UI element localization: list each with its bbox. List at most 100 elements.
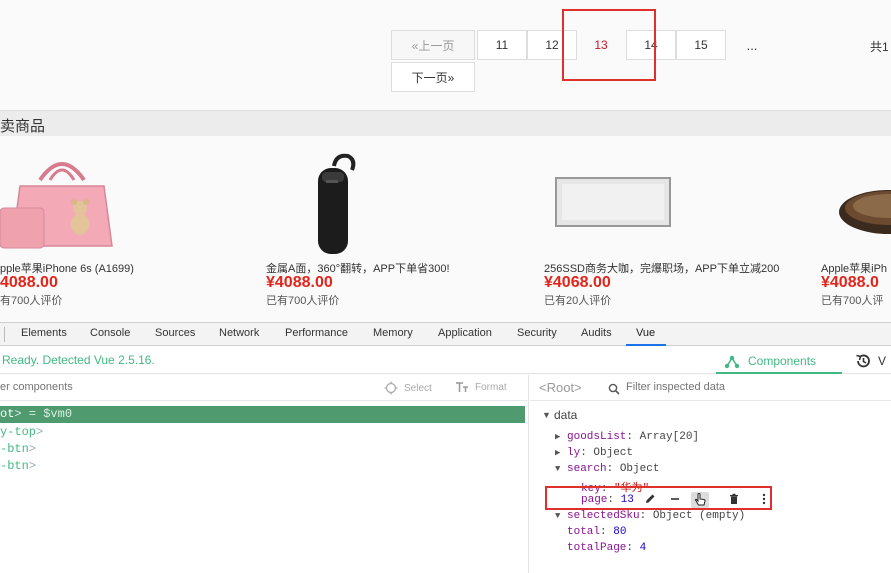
tree-row-bracket: > [28,442,37,456]
filter-components-input[interactable] [0,381,200,393]
prop-colon: : [606,463,620,475]
product-card[interactable]: pple苹果iPhone 6s (A1699) 4088.00 有700人评价 [0,136,260,322]
format-button[interactable]: Format [455,381,507,393]
led-panel-icon [555,177,671,227]
inspected-component-name: <Root> [539,380,582,395]
product-reviews: 已有20人评价 [544,295,612,307]
prop-totalpage[interactable]: totalPage: 4 [567,542,646,554]
select-button[interactable]: Select [384,381,432,395]
tree-row-component[interactable]: -btn> [0,458,525,475]
prop-colon: : [580,447,594,459]
devtools-tab-bar: Elements Console Sources Network Perform… [0,322,891,346]
page-ellipsis: ... [746,37,758,53]
devtools-panel: Elements Console Sources Network Perform… [0,322,891,573]
product-price: ¥4068.00 [544,274,611,291]
expand-arrow-icon: ▶ [555,448,561,458]
bluetooth-headset-icon [318,153,356,254]
product-price: ¥4088.0 [821,274,879,291]
tab-security[interactable]: Security [517,327,557,339]
component-tree-pane: Select Format ot> = $vm0 y-top> -btn> -b… [0,375,529,573]
filter-inspected-data-input[interactable] [626,381,806,393]
vuex-tab-label: V [878,354,887,368]
pagination-area: «上一页 11 12 13 14 15 ... 下一页» 共1 [0,0,891,110]
tab-performance[interactable]: Performance [285,327,348,339]
tab-console[interactable]: Console [90,327,130,339]
product-card[interactable]: Apple苹果iPh ¥4088.0 已有700人评 [821,136,891,322]
page-11-button[interactable]: 11 [477,30,527,60]
vue-status-text: Ready. Detected Vue 2.5.16. [2,353,155,367]
tab-divider [4,327,5,342]
tree-row-component[interactable]: y-top> [0,424,525,441]
components-tab-label: Components [748,354,817,368]
prop-colon: : [626,542,640,554]
component-filter-row: Select Format [0,375,529,401]
page-15-button[interactable]: 15 [676,30,726,60]
data-section-label: data [554,408,578,422]
components-icon [724,355,740,369]
target-icon [384,381,398,395]
vue-toolbar: Ready. Detected Vue 2.5.16. Components V [0,346,891,374]
prop-key: selectedSku [567,510,640,522]
pink-handbag-icon [0,162,113,249]
product-reviews: 已有700人评价 [266,295,340,307]
component-name: -btn [0,459,29,473]
product-card[interactable]: 256SSD商务大咖，完爆职场，APP下单立减200 ¥4068.00 已有20… [544,136,804,322]
prop-key: ly [567,447,581,459]
prop-search[interactable]: ▼ search: Object [555,463,659,475]
components-tab-indicator [716,372,842,374]
data-section-header[interactable]: ▼ data [542,408,577,422]
expand-arrow-icon: ▶ [555,432,561,442]
collapse-arrow-icon: ▼ [555,511,561,521]
page-value-highlight-box [545,486,772,510]
page-total-text: 共1 [870,40,889,54]
prop-value: Array[20] [639,431,700,443]
tab-audits[interactable]: Audits [581,327,612,339]
tree-row-root[interactable]: ot> = $vm0 [0,406,525,423]
frying-pan-icon [839,190,891,234]
collapse-arrow-icon: ▼ [542,410,551,420]
format-label: Format [475,381,507,393]
section-header: 卖商品 [0,110,891,136]
text-format-icon [456,382,468,392]
prev-page-button[interactable]: «上一页 [391,30,475,60]
tree-row-component[interactable]: -btn> [0,441,525,458]
prop-value: 4 [639,542,647,554]
tab-memory[interactable]: Memory [373,327,413,339]
tree-row-bracket: > = [14,407,44,421]
prop-value: 80 [613,526,627,538]
tree-row-bracket: > [28,459,37,473]
vuex-tab[interactable]: V [854,351,886,371]
prop-colon: : [600,526,614,538]
component-name: ot [0,407,15,421]
tab-application[interactable]: Application [438,327,492,339]
prop-key: goodsList [567,431,627,443]
prop-key: totalPage [567,542,627,554]
product-price: ¥4088.00 [266,274,333,291]
prop-key: search [567,463,607,475]
product-card[interactable]: 金属A面，360°翻转，APP下单省300! ¥4088.00 已有700人评价 [266,136,526,322]
prop-key: total [567,526,601,538]
prop-ly[interactable]: ▶ ly: Object [555,447,633,459]
prop-total[interactable]: total: 80 [567,526,626,538]
tab-sources[interactable]: Sources [155,327,195,339]
product-list: pple苹果iPhone 6s (A1699) 4088.00 有700人评价 … [0,136,891,322]
collapse-arrow-icon: ▼ [555,464,561,474]
tree-row-bracket: > [36,425,44,439]
next-page-button[interactable]: 下一页» [391,62,475,92]
prop-value: Object (empty) [652,510,746,522]
component-name: y-top [0,425,37,439]
vm-reference: $vm0 [43,407,73,421]
search-icon [608,383,620,395]
inspector-header: <Root> [530,375,891,401]
components-tab[interactable]: Components [724,351,816,371]
select-label: Select [404,382,432,394]
section-title: 卖商品 [0,118,46,135]
current-page-highlight-box [562,9,656,81]
tab-network[interactable]: Network [219,327,259,339]
prop-selectedsku[interactable]: ▼ selectedSku: Object (empty) [555,510,745,522]
tab-elements[interactable]: Elements [21,327,67,339]
prop-goodslist[interactable]: ▶ goodsList: Array[20] [555,431,699,443]
component-name: -btn [0,442,29,456]
product-reviews: 有700人评价 [0,295,63,307]
tab-vue[interactable]: Vue [636,327,655,339]
